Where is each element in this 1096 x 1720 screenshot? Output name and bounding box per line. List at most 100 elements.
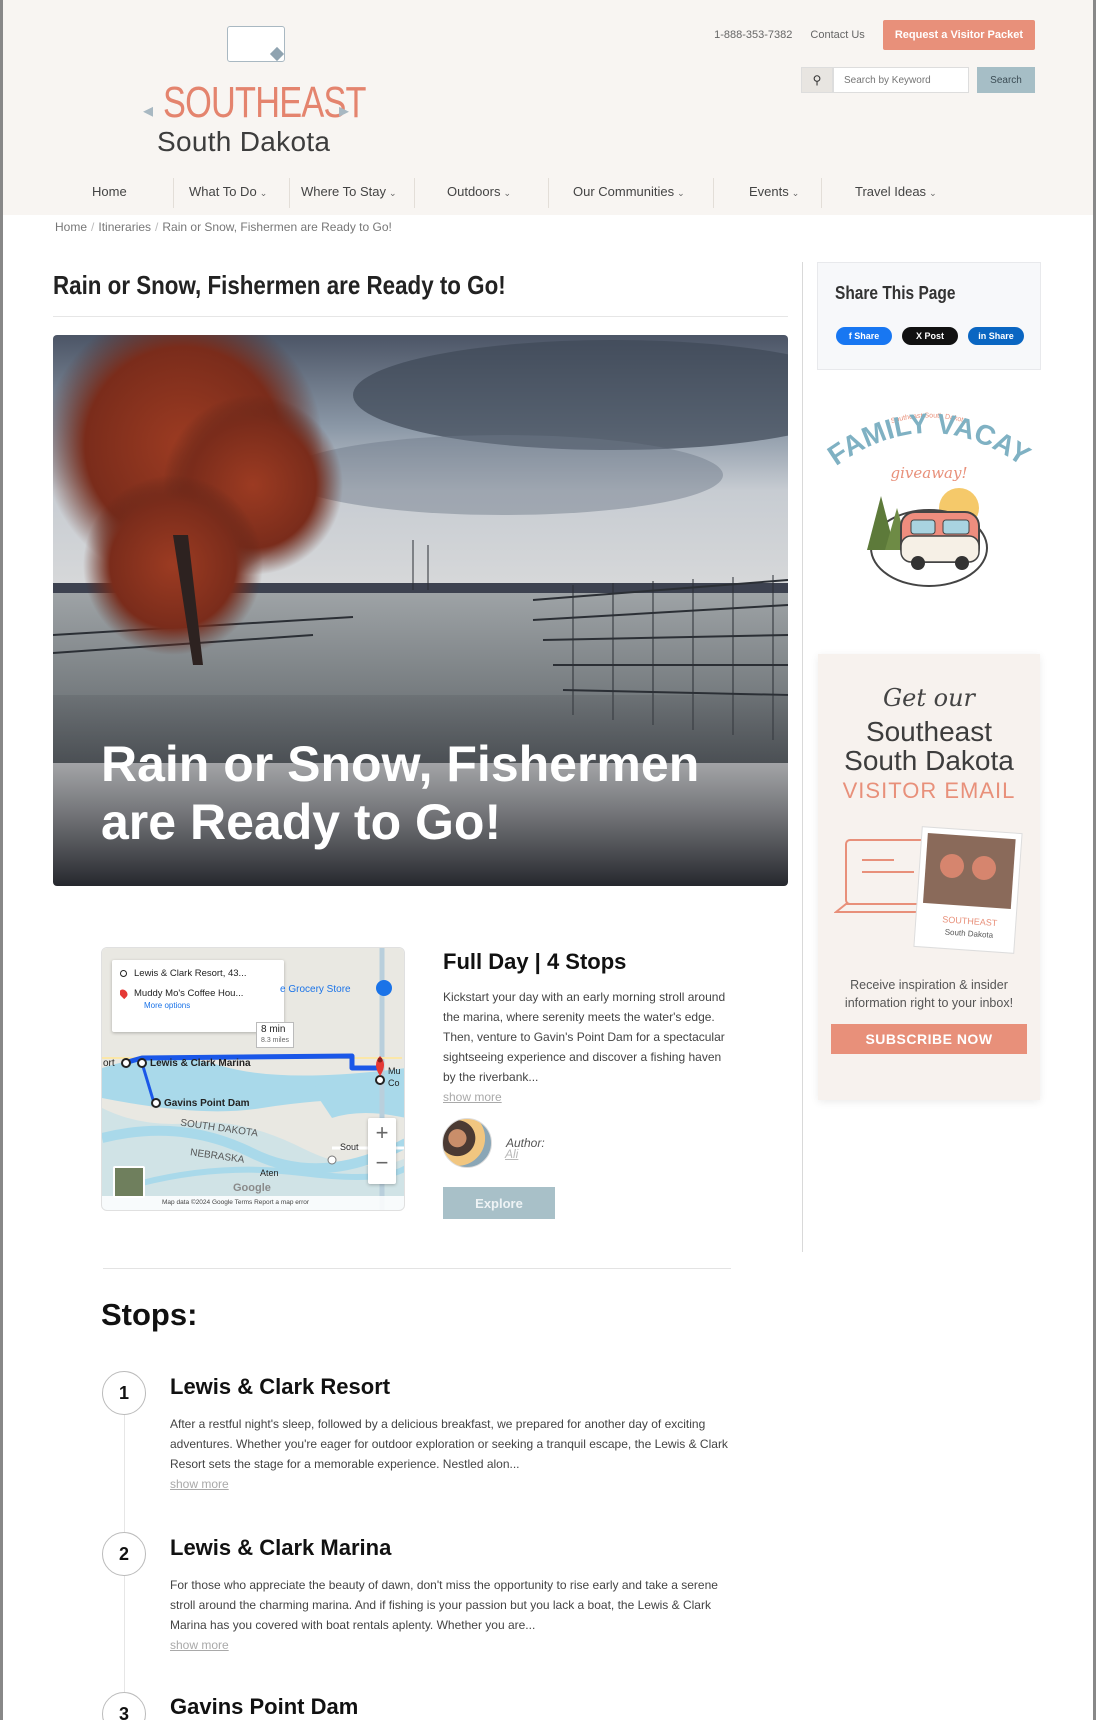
zoom-in-button[interactable]: + <box>368 1118 396 1148</box>
stop-title[interactable]: Lewis & Clark Marina <box>170 1535 391 1561</box>
email-illustration: SOUTHEAST South Dakota <box>833 820 1024 970</box>
search-icon[interactable]: ⚲ <box>801 67 833 93</box>
nav-outdoors[interactable]: Outdoors ⌄ <box>447 184 511 199</box>
share-panel: Share This Page f Share X Post in Share <box>817 262 1041 370</box>
nav-divider <box>548 178 549 208</box>
map-destination: Muddy Mo's Coffee Hou... <box>134 988 244 999</box>
nav-divider <box>414 178 415 208</box>
main-nav: Home What To Do ⌄ Where To Stay ⌄ Outdoors… <box>6 172 1096 210</box>
hero-image: Rain or Snow, Fishermen are Ready to Go! <box>53 335 788 886</box>
logo-right-arrow-icon: ▸ <box>339 100 350 122</box>
nav-travel-ideas[interactable]: Travel Ideas ⌄ <box>855 184 937 199</box>
itinerary-map[interactable]: Lewis & Clark Resort, 43... Muddy Mo's C… <box>101 947 405 1211</box>
email-line-2: South Dakota <box>844 745 1014 776</box>
site-header: ◂ SOUTHEAST ▸ South Dakota 1-888-353-738… <box>3 0 1093 215</box>
more-options-link[interactable]: More options <box>144 1001 276 1010</box>
breadcrumb-current: Rain or Snow, Fishermen are Ready to Go! <box>162 220 392 234</box>
destination-pin-icon <box>120 988 130 999</box>
summary-divider <box>103 1268 731 1269</box>
stop-description: For those who appreciate the beauty of d… <box>170 1578 718 1652</box>
nav-divider <box>713 178 714 208</box>
sidebar-divider <box>802 262 803 1252</box>
breadcrumb-itineraries[interactable]: Itineraries <box>98 220 151 234</box>
map-label-port: ort <box>103 1058 115 1069</box>
email-line-1: Southeast <box>865 716 993 747</box>
linkedin-share-button[interactable]: in Share <box>968 327 1024 345</box>
nav-what-to-do[interactable]: What To Do ⌄ <box>189 184 267 199</box>
map-zoom-controls: + − <box>368 1118 396 1184</box>
stop-title[interactable]: Lewis & Clark Resort <box>170 1374 390 1400</box>
map-footer: Map data ©2024 Google Terms Report a map… <box>102 1196 404 1210</box>
map-label-grocery: e Grocery Store <box>280 984 351 995</box>
family-vacay-graphic: Southeast South Dakota FAMILY VACAY give… <box>822 408 1036 587</box>
google-logo: Google <box>233 1182 271 1194</box>
visitor-email-signup: Get our Southeast South Dakota VISITOR E… <box>818 654 1040 1100</box>
subscribe-button[interactable]: SUBSCRIBE NOW <box>831 1024 1027 1054</box>
share-buttons: f Share X Post in Share <box>836 327 1024 345</box>
search-button[interactable]: Search <box>977 67 1035 93</box>
stop-description: After a restful night's sleep, followed … <box>170 1417 728 1491</box>
satellite-toggle[interactable] <box>113 1166 145 1198</box>
breadcrumb: Home / Itineraries / Rain or Snow, Fishermen… <box>55 220 392 234</box>
chevron-down-icon: ⌄ <box>259 188 268 198</box>
author-name-link[interactable]: Ali <box>505 1147 518 1161</box>
chevron-down-icon: ⌄ <box>389 188 397 198</box>
map-label-dam: Gavins Point Dam <box>164 1098 250 1109</box>
share-title: Share This Page <box>835 283 956 303</box>
title-divider <box>53 316 788 317</box>
nav-our-communities[interactable]: Our Communities ⌄ <box>573 184 685 199</box>
chevron-down-icon: ⌄ <box>929 188 937 198</box>
route-time-badge: 8 min 8.3 miles <box>256 1022 295 1048</box>
email-line-3: VISITOR EMAIL <box>842 778 1016 803</box>
chevron-down-icon: ⌄ <box>503 188 512 198</box>
itinerary-summary-description: Kickstart your day with an early morning… <box>443 990 726 1104</box>
utility-links: 1-888-353-7382 Contact Us Request a Visi… <box>714 20 1035 50</box>
stop-show-more-link[interactable]: show more <box>170 1638 229 1652</box>
logo-left-arrow-icon: ◂ <box>143 100 154 122</box>
nav-divider <box>173 178 174 208</box>
svg-text:FAMILY VACAY: FAMILY VACAY <box>823 408 1035 472</box>
nav-divider <box>289 178 290 208</box>
map-label-marina: Lewis & Clark Marina <box>150 1058 251 1069</box>
logo-main-text: SOUTHEAST <box>163 78 367 127</box>
search-input[interactable] <box>833 67 969 93</box>
stop-title[interactable]: Gavins Point Dam <box>170 1694 358 1720</box>
x-post-button[interactable]: X Post <box>902 327 958 345</box>
summary-show-more-link[interactable]: show more <box>443 1090 502 1104</box>
promo-script-text: giveaway! <box>891 464 968 482</box>
breadcrumb-home[interactable]: Home <box>55 220 87 234</box>
stop-number-badge: 1 <box>102 1371 146 1415</box>
map-label-sout: Sout <box>340 1142 359 1152</box>
family-vacay-promo[interactable]: Southeast South Dakota FAMILY VACAY give… <box>822 400 1036 620</box>
map-label-aten: Aten <box>260 1168 279 1178</box>
facebook-share-button[interactable]: f Share <box>836 327 892 345</box>
logo-sub-text: South Dakota <box>157 126 331 157</box>
hero-title: Rain or Snow, Fishermen are Ready to Go! <box>101 736 700 850</box>
promo-title-text: FAMILY VACAY <box>822 408 1036 472</box>
search-bar: ⚲ Search <box>801 67 1035 93</box>
zoom-out-button[interactable]: − <box>368 1148 396 1178</box>
stop-number-badge: 2 <box>102 1532 146 1576</box>
author-block: Author: <box>442 1118 545 1168</box>
chevron-down-icon: ⌄ <box>791 188 800 198</box>
site-logo[interactable]: ◂ SOUTHEAST ▸ South Dakota <box>143 22 373 162</box>
contact-link[interactable]: Contact Us <box>810 29 864 41</box>
nav-home[interactable]: Home <box>92 184 127 199</box>
map-label-mu: Mu <box>388 1066 401 1076</box>
page-title: Rain or Snow, Fishermen are Ready to Go! <box>53 270 506 300</box>
author-avatar <box>442 1118 492 1168</box>
map-label-co: Co <box>388 1078 400 1088</box>
nav-where-to-stay[interactable]: Where To Stay ⌄ <box>301 184 397 199</box>
email-illustration-graphic: SOUTHEAST South Dakota <box>833 826 1023 954</box>
origin-icon <box>120 970 127 977</box>
stops-heading: Stops: <box>101 1297 198 1332</box>
email-caption: Receive inspiration & insider informatio… <box>844 978 1014 1010</box>
nav-events[interactable]: Events ⌄ <box>749 184 799 199</box>
stop-show-more-link[interactable]: show more <box>170 1477 229 1491</box>
chevron-down-icon: ⌄ <box>677 188 685 198</box>
map-origin: Lewis & Clark Resort, 43... <box>134 968 247 979</box>
explore-button[interactable]: Explore <box>443 1187 555 1219</box>
visitor-packet-button[interactable]: Request a Visitor Packet <box>882 20 1035 50</box>
logo-badge-icon <box>227 26 285 62</box>
phone-link[interactable]: 1-888-353-7382 <box>714 29 792 41</box>
